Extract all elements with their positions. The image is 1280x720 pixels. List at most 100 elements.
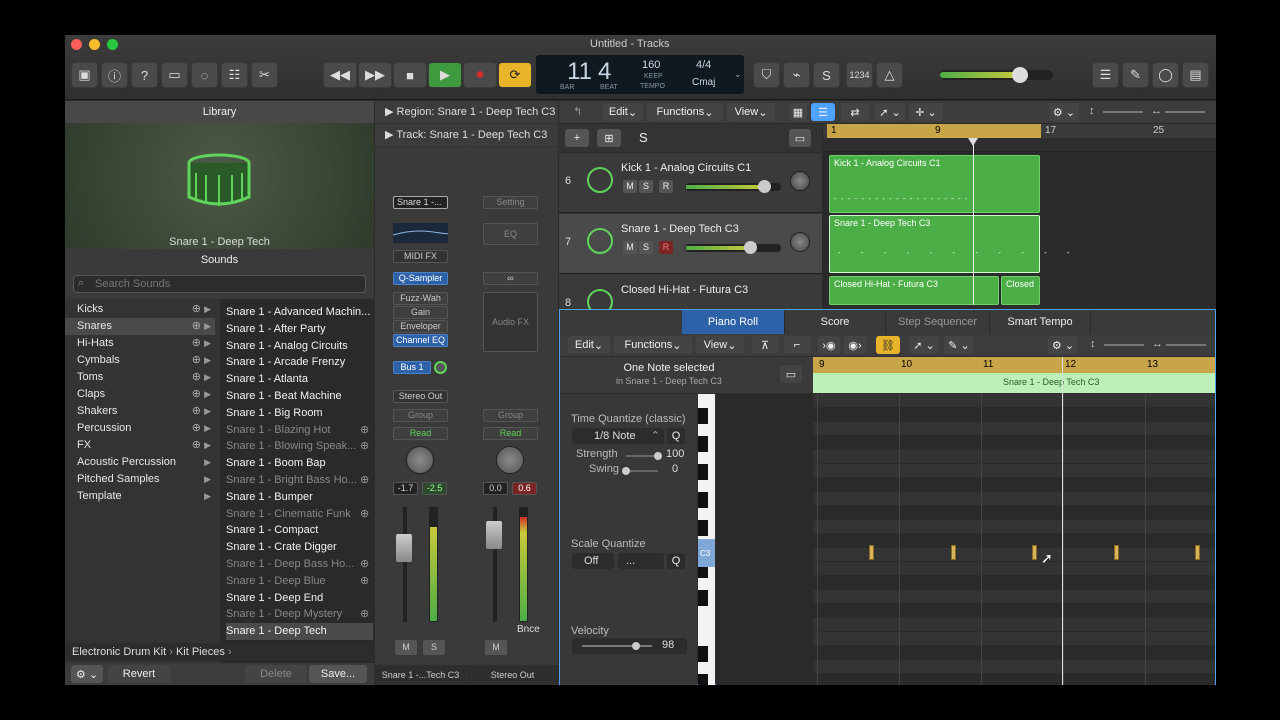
sound-item[interactable]: Snare 1 - Cinematic Funk [226, 506, 373, 523]
sound-item[interactable]: Snare 1 - Beat Machine [226, 388, 373, 405]
collapse-icon[interactable]: ⊼ [752, 336, 778, 354]
mute-button[interactable]: M [485, 640, 507, 655]
catch-icon[interactable]: ⇄ [841, 103, 869, 121]
editors-icon[interactable]: ▭ [161, 62, 188, 88]
pointer-tool-icon[interactable]: ➚ ⌄ [875, 103, 905, 121]
download-icon[interactable]: ⊕ [360, 507, 369, 520]
black-key[interactable] [698, 464, 708, 480]
velocity-slider[interactable] [582, 642, 652, 650]
mute-button[interactable]: M [623, 180, 637, 193]
swing-slider[interactable] [622, 467, 658, 475]
sound-item[interactable]: Snare 1 - Crate Digger [226, 539, 373, 556]
sound-item[interactable]: Snare 1 - Deep Tech [226, 623, 373, 641]
download-icon[interactable]: ⊕ [360, 557, 369, 570]
sound-item[interactable]: Snare 1 - Atlanta [226, 371, 373, 388]
tracks-edit-menu[interactable]: Edit ⌄ [603, 103, 643, 121]
smart-controls-icon[interactable]: ◌ [191, 62, 218, 88]
track-row[interactable]: 7 Snare 1 - Deep Tech C3 M S R [559, 214, 822, 274]
inbox-icon[interactable]: ▣ [71, 62, 98, 88]
sound-item[interactable]: Snare 1 - Deep End [226, 590, 373, 607]
horizontal-zoom-icon[interactable]: ↔ [1151, 105, 1162, 117]
add-track-button[interactable]: + [565, 129, 589, 147]
solo-button[interactable]: S [639, 241, 653, 254]
pr-region-bar[interactable]: Snare 1 - Deep Tech C3 [813, 373, 1215, 393]
sound-item[interactable]: Snare 1 - Blazing Hot [226, 422, 373, 439]
mode-icon[interactable]: ⌐ [784, 336, 810, 354]
lcd-dropdown-icon[interactable]: ⌄ [734, 69, 742, 80]
fx-slot[interactable]: Channel EQ [393, 334, 448, 347]
sound-item[interactable]: Snare 1 - Big Room [226, 405, 373, 422]
send-slot[interactable]: Bus 1 [393, 361, 431, 374]
sound-item[interactable]: Snare 1 - Boom Bap [226, 455, 373, 472]
playhead[interactable] [973, 138, 974, 305]
pencil-tool-icon[interactable]: ✎ ⌄ [944, 336, 974, 354]
master-volume-slider[interactable] [940, 67, 1053, 83]
bar-ruler[interactable]: 1 9 17 25 [823, 124, 1216, 138]
tab-step-sequencer[interactable]: Step Sequencer [886, 310, 990, 334]
pr-ruler[interactable]: 9 10 11 12 13 [813, 357, 1215, 373]
save-button[interactable]: Save... [309, 665, 367, 683]
black-key[interactable] [698, 674, 708, 685]
sound-item[interactable]: Snare 1 - Arcade Frenzy [226, 354, 373, 371]
volume-fader[interactable] [486, 521, 502, 549]
grid-icon[interactable]: ▦ [789, 103, 807, 121]
pr-edit-menu[interactable]: Edit ⌄ [568, 336, 610, 354]
sound-item[interactable]: Snare 1 - Deep Bass Ho... [226, 556, 373, 573]
playhead-handle[interactable] [968, 138, 978, 146]
horizontal-zoom-slider[interactable] [1166, 344, 1206, 346]
volume-knob[interactable] [744, 241, 758, 254]
midi-note[interactable] [950, 545, 956, 560]
download-icon[interactable]: ⊕ [360, 439, 369, 452]
volume-knob[interactable] [757, 180, 771, 193]
region-kick[interactable]: Kick 1 - Analog Circuits C1 - - - - - - … [829, 155, 1040, 213]
midi-out-icon[interactable]: ◉› [844, 336, 866, 354]
vertical-zoom-slider[interactable] [1104, 344, 1144, 346]
rewind-icon[interactable]: ◀◀ [323, 62, 357, 88]
sound-item[interactable]: Snare 1 - Analog Circuits [226, 338, 373, 355]
eq-thumbnail[interactable] [392, 223, 450, 243]
time-quantize-select[interactable]: 1/8 Note ⌃ [572, 428, 664, 444]
download-icon[interactable]: ⊕ [360, 574, 369, 587]
pr-playhead[interactable] [1062, 357, 1063, 685]
volume-fader[interactable] [396, 534, 412, 562]
local-inspector-icon[interactable]: ▭ [780, 365, 802, 383]
horizontal-zoom-slider[interactable] [1165, 111, 1205, 113]
black-key[interactable] [698, 520, 708, 536]
black-key[interactable] [698, 590, 708, 606]
mixer-icon[interactable]: ☷ [221, 62, 248, 88]
tab-piano-roll[interactable]: Piano Roll [682, 310, 785, 334]
sound-item[interactable]: Snare 1 - Bright Bass Ho... [226, 472, 373, 489]
quantize-button[interactable]: Q [667, 428, 685, 444]
scale-root-select[interactable]: Off [572, 553, 614, 569]
fx-slot[interactable]: Fuzz-Wah [393, 292, 448, 305]
swing-knob[interactable] [622, 467, 630, 475]
audio-fx-slot[interactable]: Audio FX [483, 292, 538, 352]
track-volume-slider[interactable] [685, 241, 781, 254]
breadcrumb-item[interactable]: Kit Pieces [176, 646, 225, 658]
cycle-region[interactable] [827, 124, 1041, 138]
minimize-window-button[interactable] [89, 39, 100, 50]
scale-type-select[interactable]: ... [618, 553, 664, 569]
vertical-zoom-icon[interactable]: ↕ [1089, 105, 1095, 117]
midi-note[interactable] [869, 545, 874, 560]
settings-gear-icon[interactable]: ⚙ ⌄ [1048, 336, 1078, 354]
send-level-knob[interactable] [434, 361, 447, 374]
disclosure-triangle-icon[interactable]: ▶ [385, 106, 393, 118]
track-row[interactable]: 6 Kick 1 - Analog Circuits C1 M S R [559, 153, 822, 213]
zoom-window-button[interactable] [107, 39, 118, 50]
mute-button[interactable]: M [623, 241, 637, 254]
tab-score[interactable]: Score [785, 310, 886, 334]
lcd-display[interactable]: 11 4 BAR BEAT 160 KEEP TEMPO 4/4 Cmaj ⌄ [536, 55, 744, 94]
marquee-tool-icon[interactable]: ✛ ⌄ [909, 103, 943, 121]
solo-mode-icon[interactable]: S [813, 62, 840, 88]
link-icon[interactable]: ∞ [483, 272, 538, 285]
revert-button[interactable]: Revert [108, 665, 170, 683]
info-icon[interactable]: ⓘ [101, 62, 128, 88]
vertical-zoom-icon[interactable]: ↕ [1090, 338, 1096, 350]
midi-note[interactable] [1195, 545, 1200, 560]
search-sounds-input[interactable]: ⌕ Search Sounds [73, 275, 366, 293]
pr-functions-menu[interactable]: Functions ⌄ [614, 336, 692, 354]
track-volume-slider[interactable] [685, 180, 781, 193]
eq-slot[interactable]: EQ [483, 223, 538, 245]
sound-item[interactable]: Snare 1 - Deep Mystery [226, 606, 373, 623]
